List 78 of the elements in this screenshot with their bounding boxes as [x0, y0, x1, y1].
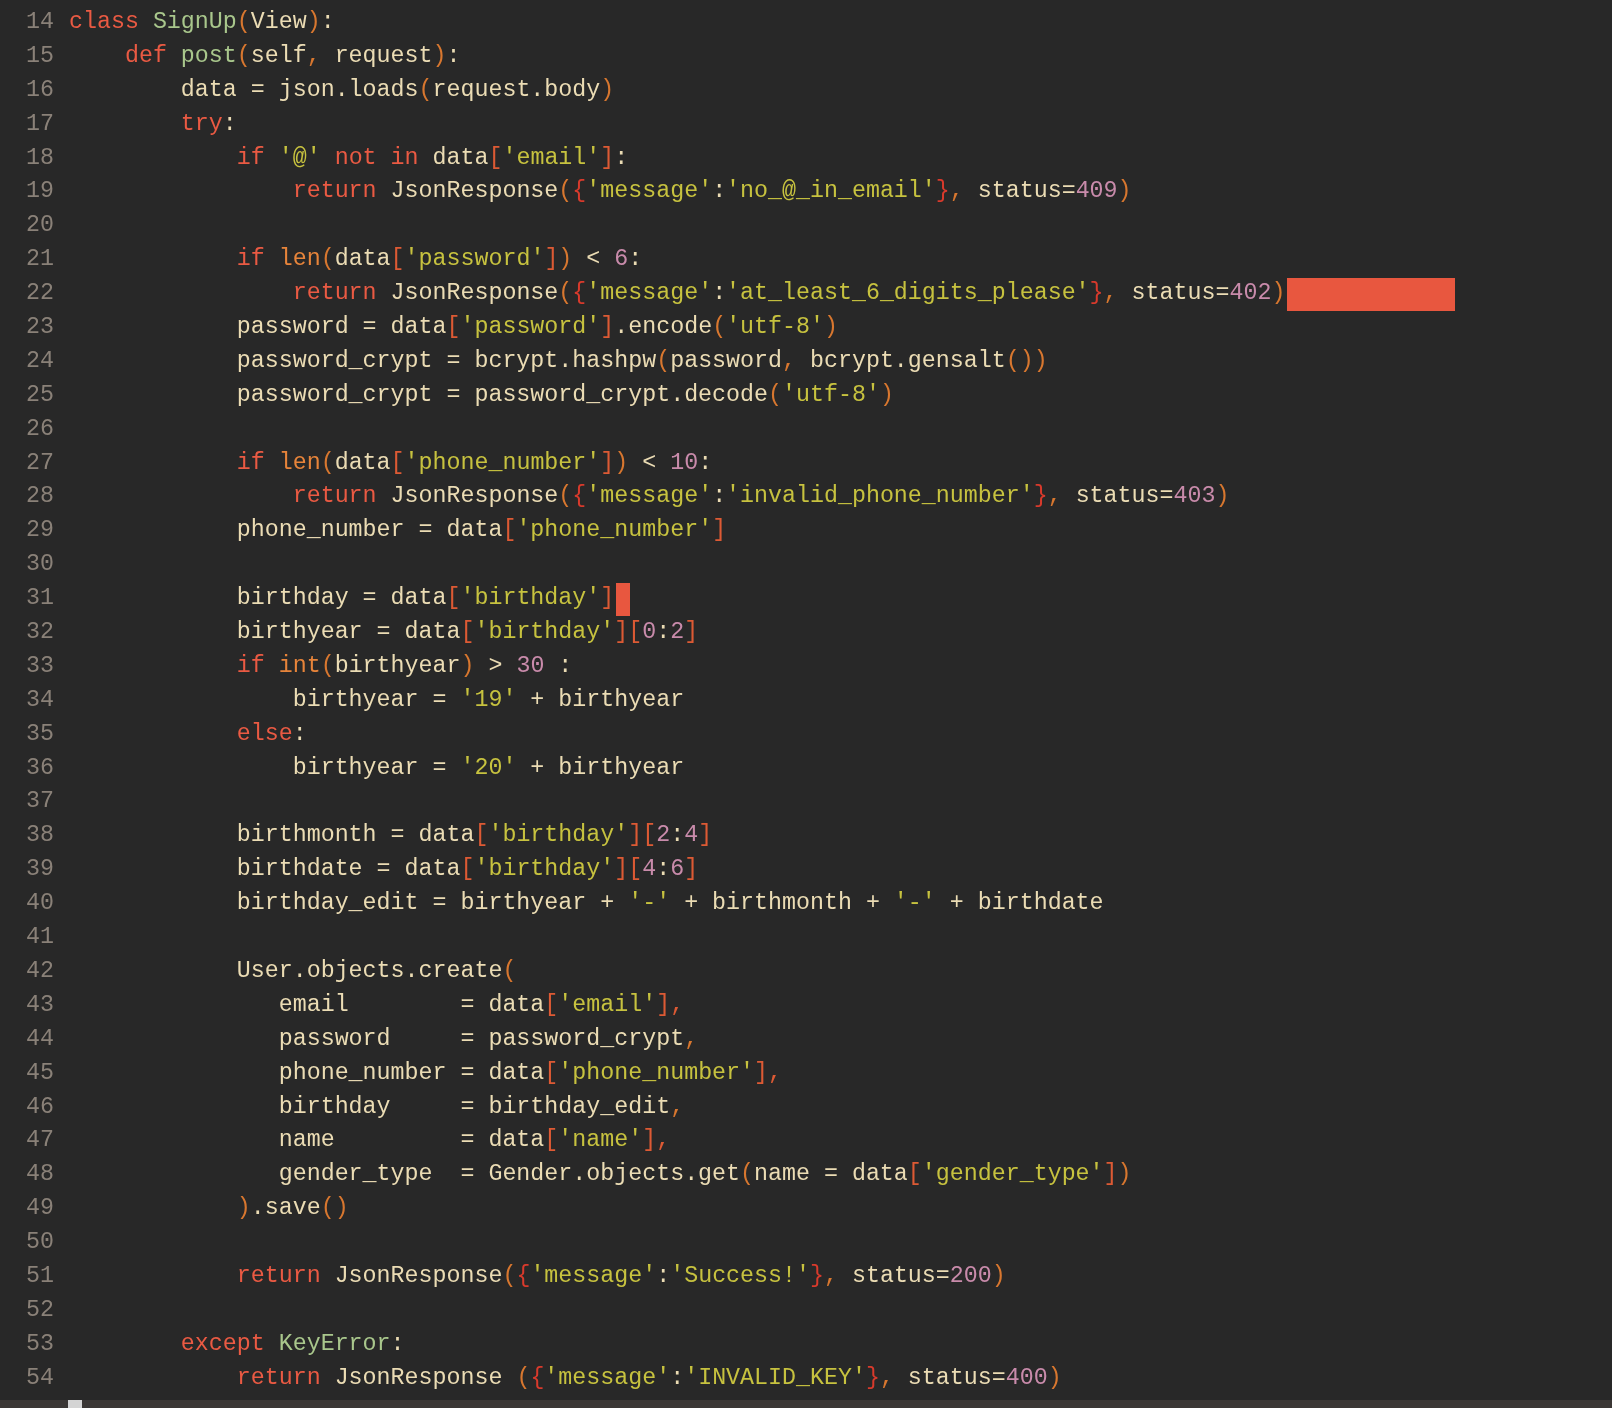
line-number: 35	[25, 719, 54, 749]
code-line: birthyear = '20' + birthyear	[291, 753, 685, 783]
line-number: 46	[25, 1092, 54, 1122]
line-number: 19	[25, 177, 54, 207]
code-line: birthdate = data['birthday'][4:6]	[235, 855, 699, 885]
code-line: return JsonResponse({'message':'invalid_phone_number'}, status=403)	[291, 482, 1230, 512]
code-line: birthday = data['birthday']	[235, 584, 615, 614]
code-line: birthyear = '19' + birthyear	[291, 685, 685, 715]
line-number: 39	[25, 855, 54, 885]
line-number: 50	[25, 1228, 54, 1258]
line-number: 47	[25, 1126, 54, 1156]
line-number: 29	[25, 516, 54, 546]
code-line: if len(data['password']) < 6:	[235, 245, 643, 275]
line-number: 14	[25, 8, 54, 37]
code-line: name = data['name'],	[277, 1126, 671, 1156]
line-number: 24	[25, 346, 54, 376]
line-number: 37	[25, 787, 54, 817]
line-number: 21	[25, 245, 54, 275]
line-number: 54	[25, 1363, 54, 1393]
line-number: 33	[25, 651, 54, 681]
line-number: 32	[25, 618, 54, 648]
line-number: 26	[25, 414, 54, 444]
line-number: 41	[25, 923, 54, 953]
code-line: phone_number = data['phone_number'],	[277, 1058, 783, 1088]
line-number: 23	[25, 313, 54, 342]
code-line: else:	[235, 719, 307, 749]
code-line: gender_type = Gender.objects.get(name = data['gender_type'])	[277, 1160, 1132, 1190]
code-line: User.objects.create(	[235, 956, 517, 986]
code-line: class SignUp(View):	[69, 8, 335, 37]
line-number: 45	[25, 1058, 54, 1088]
code-line: return JsonResponse ({'message':'INVALID_KEY'}, status=400)	[235, 1363, 1062, 1393]
line-number: 28	[25, 482, 54, 512]
code-line: password_crypt = password_crypt.decode('utf-8')	[235, 380, 894, 410]
code-line: birthyear = data['birthday'][0:2]	[235, 618, 699, 648]
line-number: 30	[25, 550, 54, 580]
line-number: 18	[25, 143, 54, 173]
code-line: return JsonResponse({'message':'Success!'}, status=200)	[235, 1261, 1006, 1291]
line-number: 27	[25, 448, 54, 478]
code-line: return JsonResponse({'message':'at_least_6_digits_please'}, status=402)	[291, 279, 1286, 309]
code-line: return JsonResponse({'message':'no_@_in_email'}, status=409)	[291, 177, 1132, 207]
line-number: 25	[25, 380, 54, 410]
line-number: 48	[25, 1160, 54, 1190]
code-line: email = data['email'],	[277, 990, 685, 1020]
line-number: 36	[25, 753, 54, 783]
line-number: 17	[25, 109, 54, 139]
horizontal-scrollbar[interactable]	[0, 1400, 1612, 1408]
code-line: if len(data['phone_number']) < 10:	[235, 448, 713, 478]
code-line: birthday_edit = birthyear + '-' + birthmonth + '-' + birthdate	[235, 889, 1104, 919]
line-number: 51	[25, 1261, 54, 1291]
code-line: if '@' not in data['email']:	[235, 143, 629, 173]
line-number: 16	[25, 75, 54, 105]
line-number: 34	[25, 685, 54, 715]
code-line: password_crypt = bcrypt.hashpw(password, bcrypt.gensalt())	[235, 346, 1048, 376]
code-line: birthday = birthday_edit,	[277, 1092, 685, 1122]
line-number: 38	[25, 821, 54, 851]
code-line: password = password_crypt,	[277, 1024, 699, 1054]
line-number: 43	[25, 990, 54, 1020]
code-line: data = json.loads(request.body)	[179, 75, 615, 105]
line-number: 15	[25, 41, 54, 71]
code-line: try:	[179, 109, 237, 139]
code-line: password = data['password'].encode('utf-8')	[235, 313, 838, 342]
code-line: def post(self, request):	[123, 41, 461, 71]
code-line: ).save()	[235, 1194, 349, 1224]
code-line: except KeyError:	[179, 1329, 405, 1359]
line-number: 31	[25, 584, 54, 614]
text-cursor	[616, 582, 631, 616]
line-number: 22	[25, 279, 54, 309]
line-number: 40	[25, 889, 54, 919]
code-line: if int(birthyear) > 30 :	[235, 651, 573, 681]
line-number: 53	[25, 1329, 54, 1359]
line-number: 42	[25, 956, 54, 986]
code-line: phone_number = data['phone_number']	[235, 516, 727, 546]
line-number: 52	[25, 1295, 54, 1325]
code-line: birthmonth = data['birthday'][2:4]	[235, 821, 713, 851]
line-number: 44	[25, 1024, 54, 1054]
line-number: 49	[25, 1194, 54, 1224]
line-number: 20	[25, 211, 54, 241]
scrollbar-thumb[interactable]	[68, 1400, 82, 1408]
